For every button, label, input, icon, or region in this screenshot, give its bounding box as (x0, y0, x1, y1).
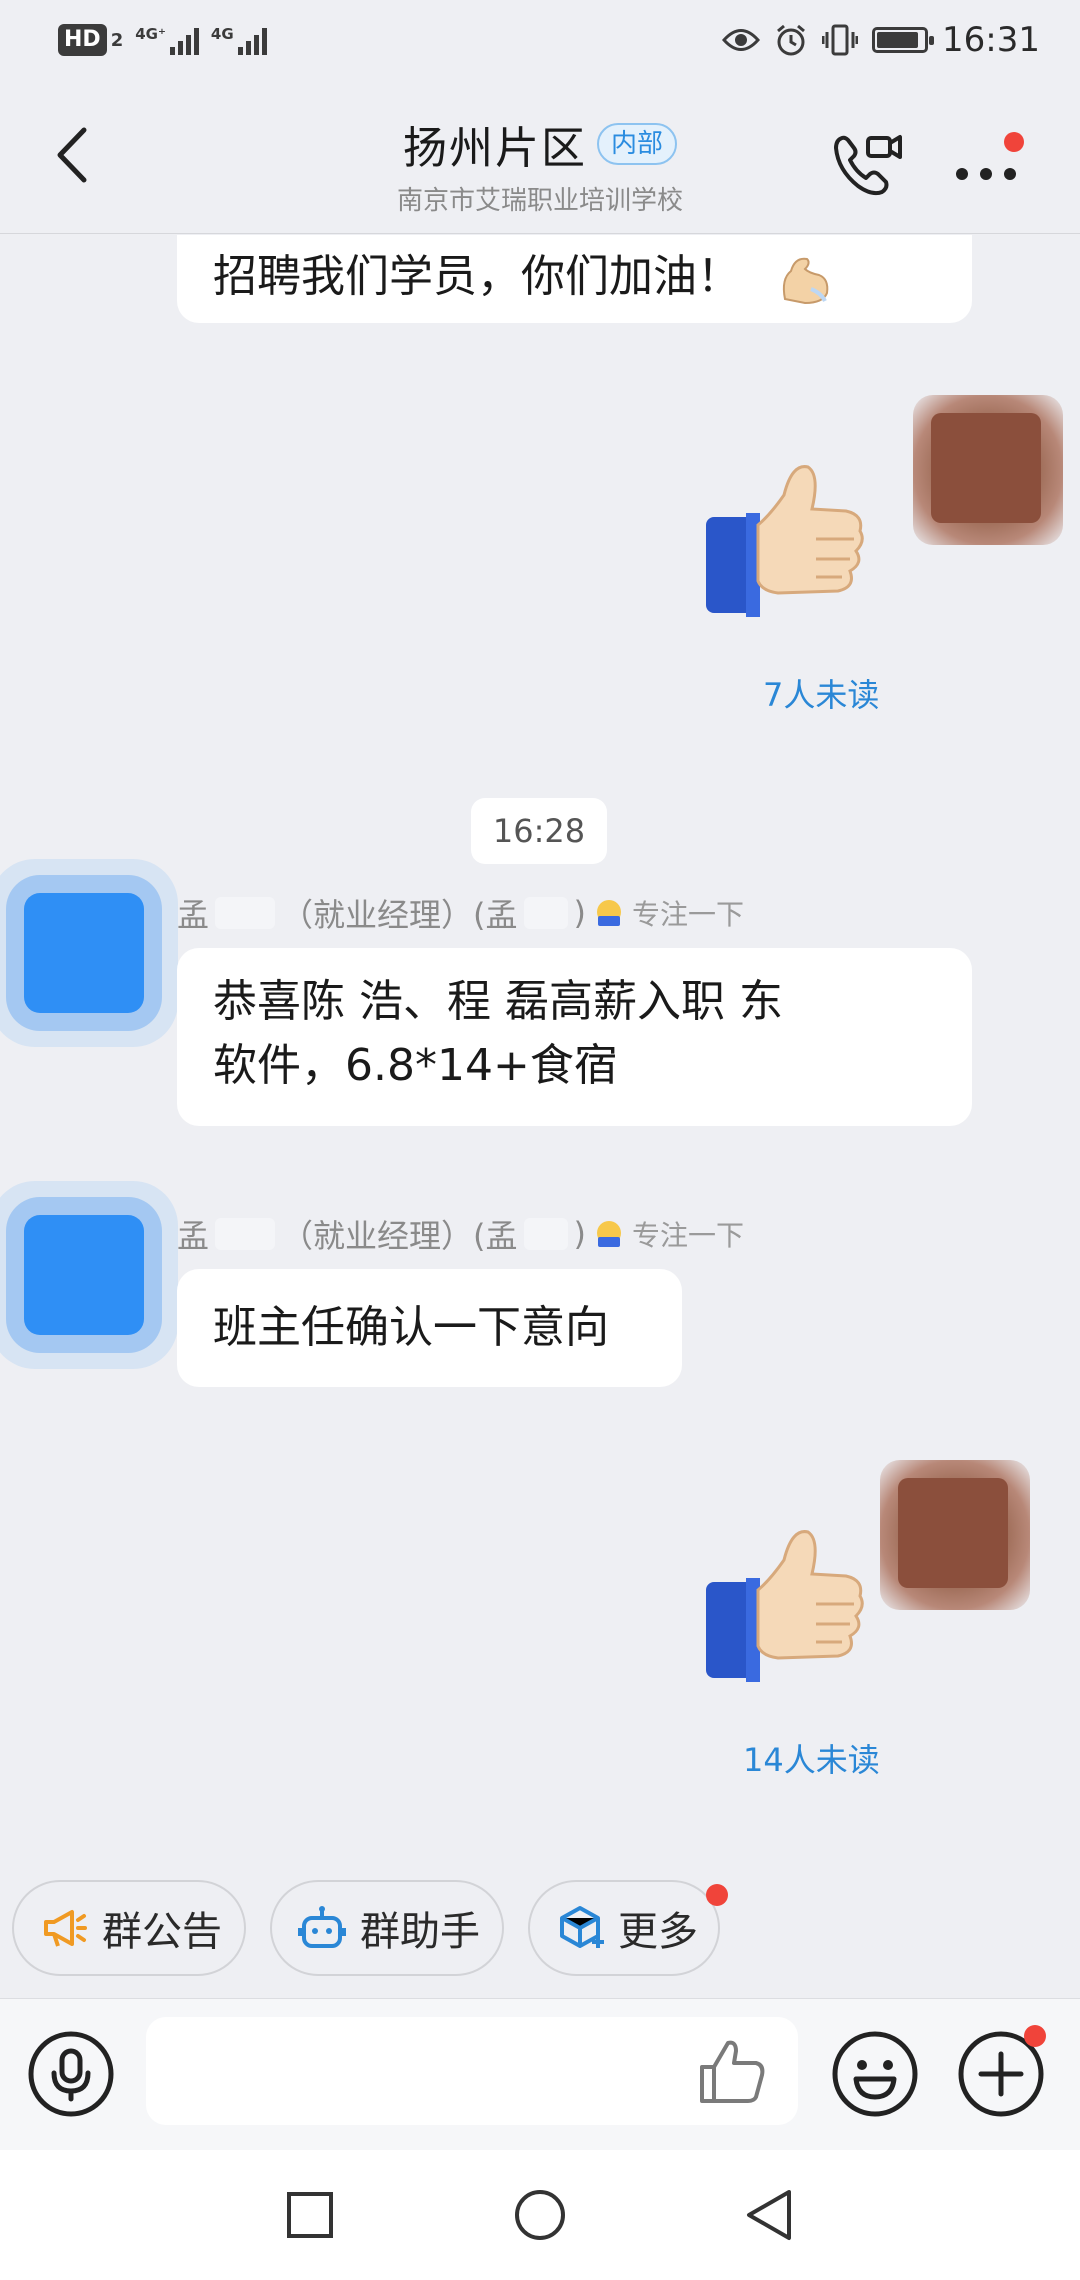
my-avatar[interactable] (880, 1460, 1030, 1610)
thumbs-up-icon[interactable] (696, 2035, 768, 2107)
focus-status-icon (597, 1221, 621, 1247)
sender-avatar[interactable] (24, 1215, 144, 1335)
chat-header: 扬州片区 内部 南京市艾瑞职业培训学校 (0, 92, 1080, 234)
eye-icon (722, 29, 761, 51)
group-title: 扬州片区 (402, 123, 587, 174)
vibrate-icon (822, 24, 859, 56)
message-text-line1: 恭喜陈 浩、程 磊高薪入职 东 (213, 976, 783, 1027)
internal-tag: 内部 (596, 123, 677, 165)
system-navigation-bar (0, 2150, 1080, 2280)
more-dots-icon (956, 168, 1016, 180)
thumbs-up-sticker[interactable] (700, 455, 880, 625)
more-options-button[interactable] (948, 132, 1038, 202)
clock: 16:31 (942, 20, 1040, 60)
notification-dot (706, 1884, 728, 1906)
input-bar (0, 1998, 1080, 2150)
emoji-icon[interactable] (830, 2029, 920, 2119)
chip-label: 群公告 (102, 1909, 222, 1955)
robot-icon (298, 1906, 346, 1948)
more-actions-button[interactable]: 更多 (528, 1880, 720, 1976)
megaphone-icon (44, 1910, 87, 1947)
recent-apps-icon[interactable] (275, 2180, 345, 2250)
unread-count[interactable]: 14人未读 (743, 1735, 880, 1781)
time-divider: 16:28 (471, 798, 607, 864)
cube-plus-icon (560, 1906, 604, 1948)
voice-input-icon[interactable] (26, 2029, 116, 2119)
hd-badge: HD (58, 24, 107, 56)
status-bar: HD 2 4G⁺ 4G 16:31 (0, 0, 1080, 92)
sender-name: 孟（就业经理）(孟) 专注一下 (177, 1215, 745, 1255)
unread-count[interactable]: 7人未读 (763, 670, 879, 716)
notification-dot (1004, 132, 1024, 152)
my-avatar[interactable] (913, 395, 1063, 545)
sender-name: 孟（就业经理）(孟) 专注一下 (177, 894, 745, 934)
thumbs-up-sticker[interactable] (700, 1520, 880, 1690)
message-text: 招聘我们学员，你们加油！ (213, 251, 741, 302)
message-text: 班主任确认一下意向 (213, 1302, 609, 1353)
sender-avatar[interactable] (24, 893, 144, 1013)
back-nav-icon[interactable] (735, 2180, 805, 2250)
sender-status: 专注一下 (632, 1219, 745, 1252)
notification-dot (1024, 2025, 1046, 2047)
message-bubble-1[interactable]: 招聘我们学员，你们加油！ (177, 235, 972, 323)
hd-sim-index: 2 (110, 29, 124, 51)
group-announcement-button[interactable]: 群公告 (12, 1880, 246, 1976)
message-text-line2: 软件，6.8*14+食宿 (213, 1040, 618, 1091)
group-assistant-button[interactable]: 群助手 (270, 1880, 504, 1976)
group-quick-actions: 群公告 群助手 更多 (0, 1880, 1080, 1980)
phone-video-call-icon[interactable] (828, 126, 908, 200)
org-subtitle: 南京市艾瑞职业培训学校 (396, 186, 683, 216)
chip-label: 群助手 (360, 1909, 480, 1955)
signal-icon-sim1: 4G⁺ (135, 25, 199, 55)
battery-icon (872, 27, 935, 53)
home-icon[interactable] (505, 2180, 575, 2250)
flexed-biceps-emoji (782, 257, 829, 305)
message-bubble-4[interactable]: 班主任确认一下意向 (177, 1269, 682, 1387)
message-bubble-3[interactable]: 恭喜陈 浩、程 磊高薪入职 东 软件，6.8*14+食宿 (177, 948, 972, 1126)
focus-status-icon (597, 900, 621, 926)
chip-label: 更多 (618, 1909, 698, 1955)
title-block[interactable]: 扬州片区 内部 南京市艾瑞职业培训学校 (0, 112, 1080, 217)
plus-button[interactable] (956, 2025, 1046, 2119)
sender-status: 专注一下 (632, 898, 745, 931)
alarm-icon (777, 24, 805, 56)
signal-icon-sim2: 4G (211, 25, 267, 55)
message-list[interactable]: 招聘我们学员，你们加油！ 7人未读 16:28 孟（就业经理）(孟) 专注一下 … (0, 235, 1080, 1875)
